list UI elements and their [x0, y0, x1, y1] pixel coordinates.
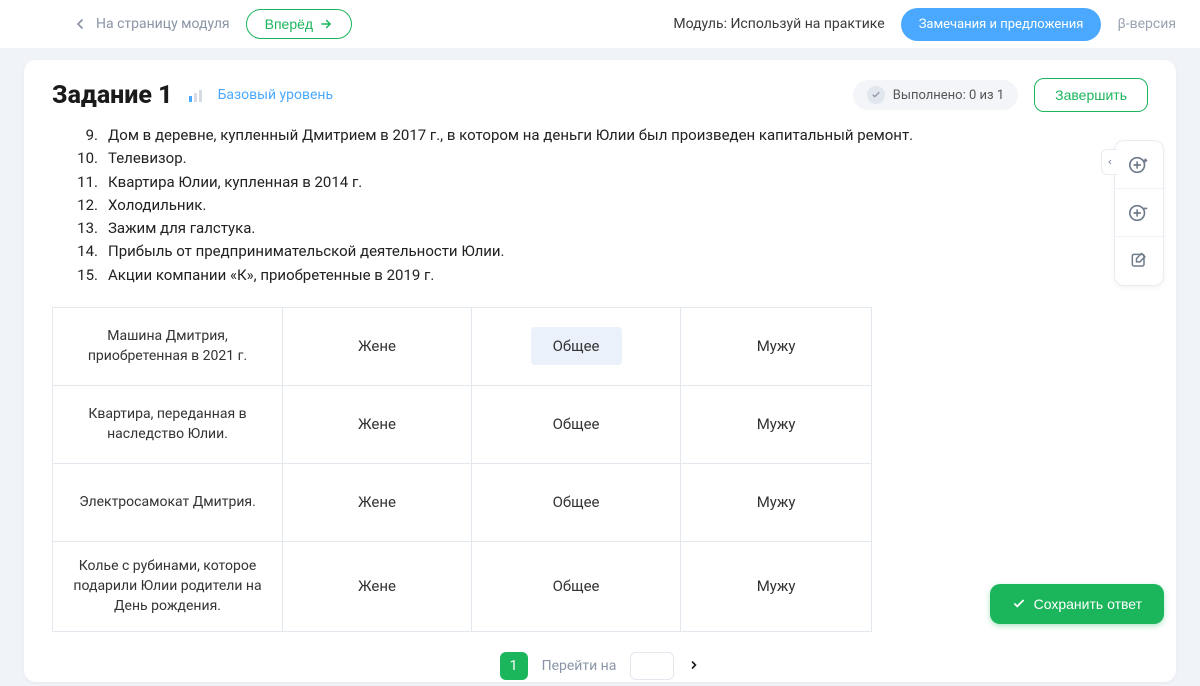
list-item-number: 14. — [76, 240, 98, 263]
topbar: На страницу модуля Вперёд Модуль: Исполь… — [0, 0, 1200, 48]
row-label: Колье с рубинами, которое подарили Юлии … — [53, 541, 283, 631]
module-label: Модуль: Используй на практике — [673, 16, 884, 32]
list-item-number: 11. — [76, 171, 98, 194]
feedback-button[interactable]: Замечания и предложения — [901, 8, 1102, 41]
forward-button[interactable]: Вперёд — [246, 9, 352, 39]
back-label: На страницу модуля — [96, 16, 230, 32]
list-item: 13. Зажим для галстука. — [76, 217, 1148, 240]
arrow-right-icon — [319, 17, 333, 31]
level-bars-icon — [189, 88, 202, 102]
list-item-text: Холодильник. — [108, 194, 206, 217]
list-item-text: Акции компании «К», приобретенные в 2019… — [108, 264, 434, 287]
option-husband[interactable]: Мужу — [735, 483, 818, 521]
current-page[interactable]: 1 — [500, 652, 528, 680]
option-wife[interactable]: Жене — [336, 483, 418, 521]
pager: 1 Перейти на — [52, 642, 1148, 682]
option-common[interactable]: Общее — [531, 327, 622, 365]
table-row: Машина Дмитрия, приобретенная в 2021 г. Ж… — [53, 307, 872, 385]
list-item: 12. Холодильник. — [76, 194, 1148, 217]
list-item-number: 10. — [76, 147, 98, 170]
option-cell: Мужу — [681, 307, 872, 385]
list-item-text: Зажим для галстука. — [108, 217, 255, 240]
back-to-module-link[interactable]: На страницу модуля — [72, 16, 230, 32]
forward-label: Вперёд — [265, 16, 313, 32]
font-decrease-button[interactable] — [1115, 189, 1163, 237]
task-title: Задание 1 — [52, 81, 173, 110]
list-item-text: Квартира Юлии, купленная в 2014 г. — [108, 171, 362, 194]
font-increase-button[interactable] — [1115, 141, 1163, 189]
font-minus-icon — [1128, 202, 1150, 224]
check-icon — [1012, 597, 1026, 611]
list-item: 11. Квартира Юлии, купленная в 2014 г. — [76, 171, 1148, 194]
option-cell: Мужу — [681, 541, 872, 631]
level-label: Базовый уровень — [218, 87, 334, 103]
option-wife[interactable]: Жене — [336, 327, 418, 365]
progress-chip: Выполнено: 0 из 1 — [853, 80, 1018, 110]
list-item: 14. Прибыль от предпринимательской деятел… — [76, 240, 1148, 263]
option-cell: Общее — [471, 541, 680, 631]
option-cell: Общее — [471, 307, 680, 385]
list-item-text: Дом в деревне, купленный Дмитрием в 2017… — [108, 124, 913, 147]
list-item-number: 13. — [76, 217, 98, 240]
list-item: 9. Дом в деревне, купленный Дмитрием в 20… — [76, 124, 1148, 147]
answer-table: Машина Дмитрия, приобретенная в 2021 г. Ж… — [52, 307, 872, 632]
option-common[interactable]: Общее — [531, 405, 622, 443]
font-plus-icon — [1128, 154, 1150, 176]
chevron-right-icon — [688, 659, 700, 671]
option-cell: Жене — [283, 385, 472, 463]
option-cell: Мужу — [681, 385, 872, 463]
finish-button[interactable]: Завершить — [1034, 78, 1148, 112]
table-row: Электросамокат Дмитрия. Жене Общее Мужу — [53, 463, 872, 541]
option-husband[interactable]: Мужу — [735, 327, 818, 365]
table-row: Квартира, переданная в наследство Юлии. Ж… — [53, 385, 872, 463]
side-tools-panel — [1114, 140, 1164, 286]
save-answer-button[interactable]: Сохранить ответ — [990, 584, 1164, 624]
option-cell: Жене — [283, 307, 472, 385]
option-cell: Жене — [283, 541, 472, 631]
edit-note-icon — [1129, 251, 1149, 271]
save-label: Сохранить ответ — [1034, 596, 1142, 612]
option-cell: Мужу — [681, 463, 872, 541]
list-item-number: 12. — [76, 194, 98, 217]
option-wife[interactable]: Жене — [336, 405, 418, 443]
goto-input[interactable] — [630, 652, 674, 680]
list-item: 10. Телевизор. — [76, 147, 1148, 170]
progress-text: Выполнено: 0 из 1 — [893, 88, 1004, 103]
row-label: Квартира, переданная в наследство Юлии. — [53, 385, 283, 463]
items-list: 9. Дом в деревне, купленный Дмитрием в 20… — [52, 124, 1148, 301]
collapse-panel-button[interactable] — [1101, 149, 1117, 175]
option-cell: Общее — [471, 385, 680, 463]
option-common[interactable]: Общее — [531, 567, 622, 605]
card-header: Задание 1 Базовый уровень Выполнено: 0 и… — [24, 60, 1176, 124]
beta-label: β-версия — [1117, 16, 1176, 32]
chevron-left-icon — [1106, 158, 1114, 166]
list-item-text: Телевизор. — [108, 147, 187, 170]
list-item-number: 15. — [76, 264, 98, 287]
next-page-button[interactable] — [688, 656, 700, 675]
row-label: Машина Дмитрия, приобретенная в 2021 г. — [53, 307, 283, 385]
list-item: 15. Акции компании «К», приобретенные в 2… — [76, 264, 1148, 287]
option-wife[interactable]: Жене — [336, 567, 418, 605]
option-husband[interactable]: Мужу — [735, 405, 818, 443]
list-item-number: 9. — [76, 124, 98, 147]
table-row: Колье с рубинами, которое подарили Юлии … — [53, 541, 872, 631]
option-common[interactable]: Общее — [531, 483, 622, 521]
arrow-left-icon — [72, 16, 88, 32]
check-icon — [867, 86, 885, 104]
goto-label: Перейти на — [542, 658, 617, 674]
list-item-text: Прибыль от предпринимательской деятельно… — [108, 240, 505, 263]
row-label: Электросамокат Дмитрия. — [53, 463, 283, 541]
note-button[interactable] — [1115, 237, 1163, 285]
option-husband[interactable]: Мужу — [735, 567, 818, 605]
option-cell: Жене — [283, 463, 472, 541]
option-cell: Общее — [471, 463, 680, 541]
